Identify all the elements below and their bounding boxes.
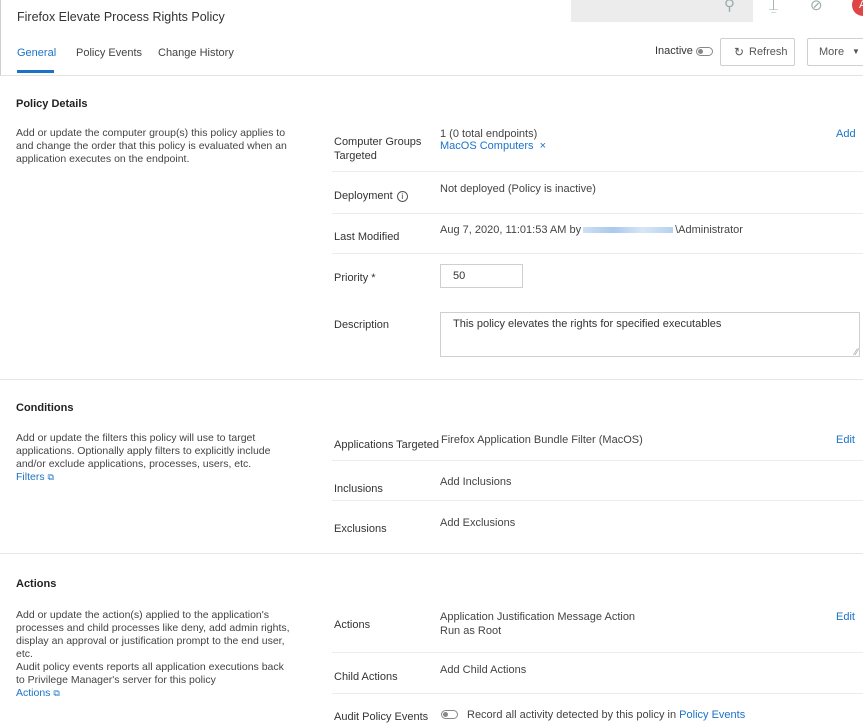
audit-toggle[interactable]	[441, 710, 458, 719]
description-text: This policy elevates the rights for spec…	[453, 318, 722, 330]
add-exclusions-link[interactable]: Add Exclusions	[440, 517, 515, 529]
conditions-description: Add or update the filters this policy wi…	[16, 432, 271, 470]
last-modified-value[interactable]: Aug 7, 2020, 11:01:53 AM by \Administrato…	[440, 224, 743, 236]
tab-policy-events[interactable]: Policy Events	[76, 47, 142, 59]
policy-details-title: Policy Details	[16, 98, 88, 110]
actions-description: Add or update the action(s) applied to t…	[16, 609, 290, 660]
refresh-icon: ↻	[734, 45, 745, 59]
actions-audit-description: Audit policy events reports all applicat…	[16, 661, 284, 686]
refresh-label: Refresh	[749, 46, 788, 58]
filters-link[interactable]: Filters ⧉	[16, 471, 54, 483]
add-inclusions-link[interactable]: Add Inclusions	[440, 476, 512, 488]
row-divider	[332, 500, 863, 501]
applications-targeted-label: Applications Targeted	[334, 439, 439, 451]
search-icon[interactable]: ⚲	[724, 0, 735, 14]
info-icon[interactable]: i	[396, 190, 408, 202]
actions-link[interactable]: Actions ⧉	[16, 687, 60, 699]
policy-details-description: Add or update the computer group(s) this…	[16, 127, 287, 165]
external-link-icon: ⧉	[53, 688, 60, 698]
row-divider	[332, 693, 863, 694]
action-item-run-as-root[interactable]: Run as Root	[440, 625, 501, 637]
chevron-down-icon: ▼	[852, 47, 860, 56]
remove-group-icon[interactable]: ×	[540, 140, 546, 152]
more-label: More	[819, 46, 845, 58]
child-actions-label: Child Actions	[334, 671, 398, 683]
row-divider	[332, 171, 863, 172]
section-divider	[0, 553, 863, 554]
applications-targeted-value[interactable]: Firefox Application Bundle Filter (MacOS…	[441, 434, 643, 446]
audit-policy-events-label: Audit Policy Events	[334, 711, 429, 723]
tab-change-history[interactable]: Change History	[158, 47, 234, 59]
external-link-icon: ⧉	[47, 472, 54, 482]
notification-icon[interactable]: ⍊	[769, 0, 778, 14]
row-divider	[332, 213, 863, 214]
audit-text: Record all activity detected by this pol…	[467, 709, 746, 721]
redacted-username	[583, 227, 674, 234]
section-divider	[0, 379, 863, 380]
exclusions-label: Exclusions	[334, 523, 387, 535]
description-textarea[interactable]: This policy elevates the rights for spec…	[440, 312, 860, 357]
computer-groups-count: 1 (0 total endpoints)	[440, 128, 538, 140]
deployment-value: Not deployed (Policy is inactive)	[440, 183, 596, 195]
deployment-label: Deployment i	[334, 189, 408, 203]
add-group-link[interactable]: Add	[836, 128, 856, 140]
help-icon[interactable]: ⊘	[810, 0, 823, 14]
resize-handle-icon[interactable]: ⁄⁄	[855, 347, 858, 357]
page-title: Firefox Elevate Process Rights Policy	[17, 10, 225, 24]
page-header: Firefox Elevate Process Rights Policy ⚲ …	[0, 0, 863, 76]
actions-label: Actions	[334, 619, 371, 631]
refresh-button[interactable]: ↻ Refresh	[720, 38, 795, 66]
computer-group-chip[interactable]: MacOS Computers ×	[440, 140, 546, 152]
conditions-title: Conditions	[16, 402, 74, 414]
computer-group-name[interactable]: MacOS Computers	[440, 140, 534, 152]
row-divider	[332, 460, 863, 461]
status-label: Inactive	[655, 45, 693, 57]
tab-general[interactable]: General	[17, 47, 56, 59]
description-label: Description	[334, 319, 390, 331]
action-item-justification[interactable]: Application Justification Message Action	[440, 611, 635, 623]
edit-conditions-link[interactable]: Edit	[836, 434, 855, 446]
policy-events-link[interactable]: Policy Events	[679, 709, 745, 721]
computer-groups-label: Computer Groups Targeted	[334, 136, 422, 162]
active-tab-indicator	[17, 70, 54, 73]
edit-actions-link[interactable]: Edit	[836, 611, 855, 623]
active-toggle[interactable]	[696, 47, 713, 56]
last-modified-label: Last Modified	[334, 231, 400, 243]
more-button[interactable]: More ▼	[807, 38, 863, 66]
row-divider	[332, 253, 863, 254]
priority-input[interactable]: 50	[440, 264, 523, 288]
inclusions-label: Inclusions	[334, 483, 383, 495]
actions-title: Actions	[16, 578, 57, 590]
avatar[interactable]: A	[852, 0, 863, 16]
add-child-actions-link[interactable]: Add Child Actions	[440, 664, 526, 676]
priority-label: Priority *	[334, 272, 376, 284]
row-divider	[332, 652, 863, 653]
